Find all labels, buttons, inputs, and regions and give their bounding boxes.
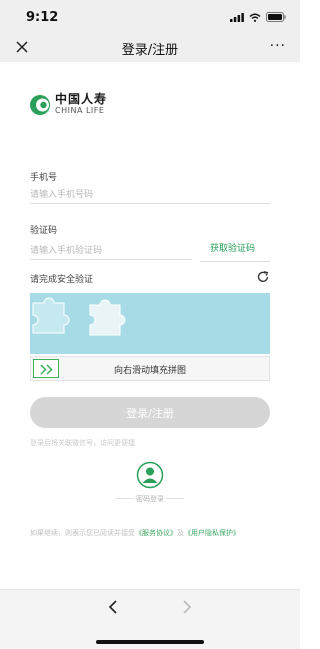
logo-chinese-name: 中国人寿	[55, 92, 108, 106]
battery-icon	[266, 12, 286, 22]
agreement-text: 如果继续，则表示您已阅读并接受《服务协议》及《用户隐私保护》	[30, 528, 275, 538]
logo-english-name: CHINA LIFE	[55, 106, 105, 115]
status-icons	[230, 12, 286, 22]
china-life-logo: 中国人寿 CHINA LIFE	[29, 93, 107, 116]
wifi-icon	[249, 13, 261, 22]
puzzle-image	[30, 293, 270, 354]
more-button[interactable]: ···	[270, 39, 286, 53]
service-agreement-link[interactable]: 《服务协议》	[135, 529, 177, 537]
status-time: 9:12	[26, 10, 59, 25]
puzzle-pieces	[32, 297, 126, 336]
code-label: 验证码	[30, 226, 58, 236]
phone-input[interactable]	[30, 186, 270, 204]
code-input[interactable]	[30, 242, 192, 260]
puzzle-slot	[32, 297, 70, 334]
agreement-and: 及	[177, 529, 184, 537]
slider-instruction: 向右滑动填充拼图	[113, 366, 186, 376]
slider-track[interactable]: 向右滑动填充拼图	[30, 356, 270, 381]
agreement-prefix: 如果继续，则表示您已阅读并接受	[30, 529, 135, 537]
status-bar: 9:12	[0, 0, 300, 34]
bottom-nav-bar	[0, 589, 300, 649]
nav-bar: 登录/注册 ···	[0, 34, 300, 62]
security-verification-label: 请完成安全验证	[30, 275, 94, 285]
privacy-policy-link[interactable]: 《用户隐私保护》	[184, 529, 240, 537]
user-icon[interactable]	[136, 461, 164, 489]
login-hint: 登录后将关联微信号，访问更便捷	[30, 439, 135, 447]
get-code-underline	[200, 261, 270, 262]
forward-arrow-icon[interactable]	[180, 599, 194, 615]
page-title: 登录/注册	[121, 43, 179, 58]
signal-icon	[230, 12, 244, 22]
puzzle-piece	[89, 299, 126, 336]
china-life-logo-icon	[30, 94, 50, 115]
home-indicator	[96, 640, 204, 644]
refresh-icon[interactable]	[256, 270, 270, 284]
back-arrow-icon[interactable]	[106, 599, 120, 615]
phone-label: 手机号	[30, 173, 58, 183]
password-login-link[interactable]: 密码登录	[0, 494, 300, 504]
get-code-button[interactable]: 获取验证码	[210, 241, 255, 254]
login-register-button[interactable]: 登录/注册	[30, 397, 270, 428]
